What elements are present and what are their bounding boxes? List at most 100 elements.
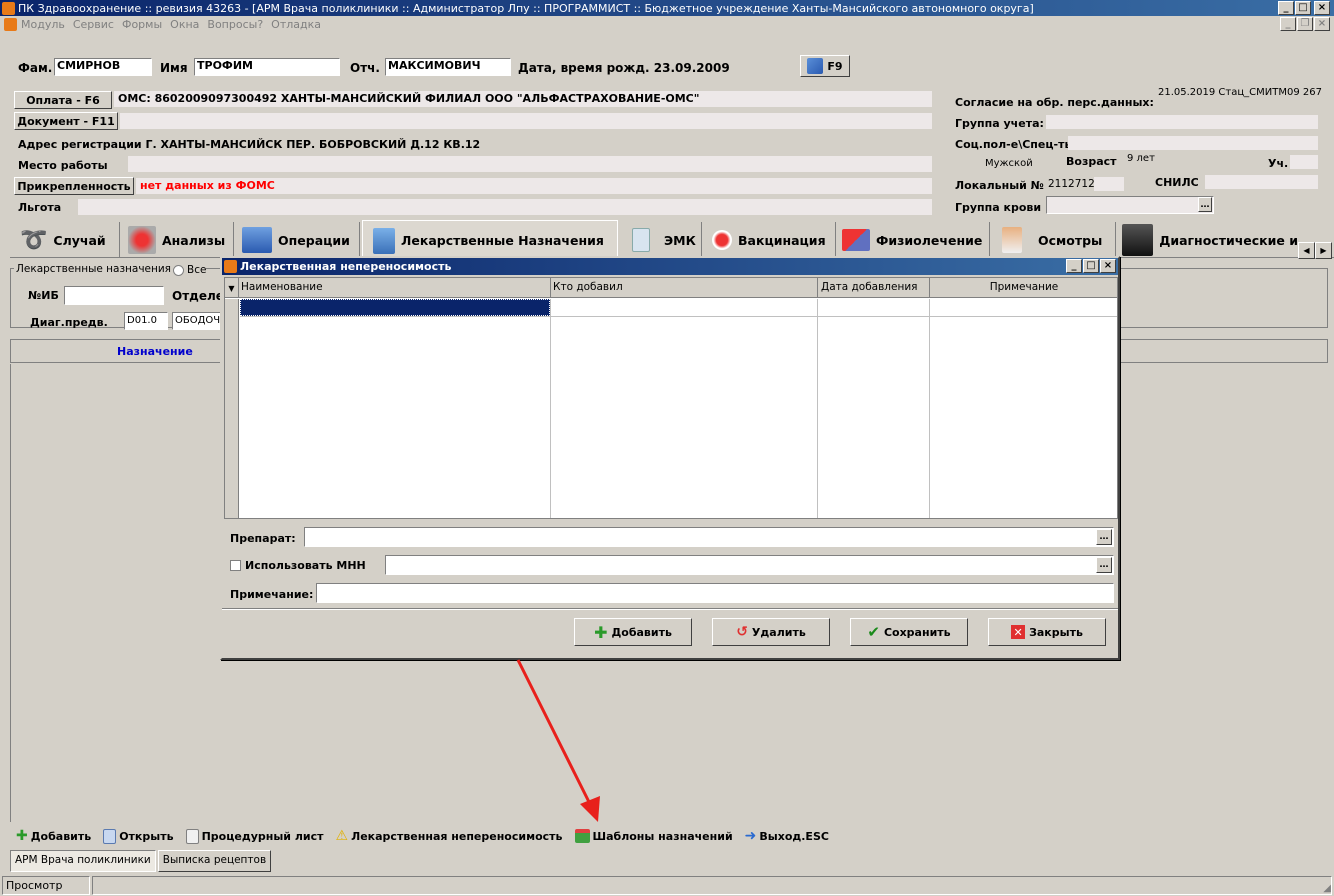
save-button[interactable]: ✔ Сохранить xyxy=(850,618,968,646)
col-name-header[interactable]: Наименование xyxy=(241,281,323,293)
tab-case[interactable]: ➰ Случай xyxy=(12,222,120,258)
grid-selected-cell[interactable] xyxy=(240,299,550,316)
tab-vaccination[interactable]: Вакцинация xyxy=(704,222,836,258)
f9-button[interactable]: F9 xyxy=(800,55,850,77)
menu-logo-icon xyxy=(4,17,17,31)
child-close-button[interactable]: × xyxy=(1314,17,1330,31)
tab-operations[interactable]: Операции xyxy=(236,222,360,258)
attach-button[interactable]: Прикрепленность xyxy=(14,177,134,195)
group-field xyxy=(1046,115,1318,129)
status-bar: Просмотр ◢ xyxy=(0,875,1334,896)
maximize-button[interactable]: □ xyxy=(1295,1,1311,15)
diag-code-field[interactable]: D01.0 xyxy=(124,312,168,330)
toolbar-exit-button[interactable]: ➜ Выход.ESC xyxy=(745,828,829,844)
dialog-maximize-button[interactable]: □ xyxy=(1083,259,1099,273)
fam-field[interactable]: СМИРНОВ xyxy=(54,58,152,76)
tab-emk[interactable]: ЭМК xyxy=(620,222,702,258)
open-doc-icon xyxy=(103,828,117,844)
tabs-scroll-left[interactable]: ◀ xyxy=(1298,242,1315,259)
menu-questions[interactable]: Вопросы? xyxy=(207,18,263,31)
add-button[interactable]: ✚ Добавить xyxy=(574,618,692,646)
tab-exams[interactable]: Осмотры xyxy=(992,222,1116,258)
col-author-header[interactable]: Кто добавил xyxy=(553,281,623,293)
toolbar-templates-button[interactable]: Шаблоны назначений xyxy=(574,829,733,843)
blood-label: Группа крови xyxy=(955,201,1042,214)
intolerance-dialog: Лекарственная непереносимость _ □ × ▼ На… xyxy=(220,256,1120,660)
local-value: 2112712 xyxy=(1048,178,1095,190)
tabs-scroll-right[interactable]: ▶ xyxy=(1315,242,1332,259)
status-panel xyxy=(92,876,1332,895)
wrench-icon xyxy=(807,58,824,74)
preparat-label: Препарат: xyxy=(230,532,296,545)
toolbar-intolerance-button[interactable]: ⚠ Лекарственная непереносимость xyxy=(336,828,563,844)
microscope-icon xyxy=(128,226,156,254)
blood-select[interactable]: … xyxy=(1046,196,1214,214)
lgota-label: Льгота xyxy=(18,201,62,214)
note-label: Примечание: xyxy=(230,588,314,601)
otch-field[interactable]: МАКСИМОВИЧ xyxy=(385,58,511,76)
status-mode: Просмотр xyxy=(2,876,90,895)
menu-service[interactable]: Сервис xyxy=(73,18,114,31)
preparat-dots-button[interactable]: … xyxy=(1096,529,1112,545)
diag-label: Диаг.предв. xyxy=(30,316,108,329)
lgota-field xyxy=(78,199,932,215)
procedure-sheet-icon xyxy=(185,828,199,844)
resize-grip-icon[interactable]: ◢ xyxy=(1323,883,1331,894)
dialog-close-x-button[interactable]: × xyxy=(1100,259,1116,273)
work-label: Место работы xyxy=(18,159,108,172)
menu-forms[interactable]: Формы xyxy=(122,18,162,31)
child-restore-button[interactable]: ❐ xyxy=(1297,17,1313,31)
toolbar-procedure-button[interactable]: Процедурный лист xyxy=(185,828,324,844)
consent-value: 21.05.2019 Стац_СМИТМ09 267 xyxy=(1158,87,1322,98)
preparat-field[interactable]: … xyxy=(304,527,1114,547)
note-field[interactable] xyxy=(316,583,1114,603)
delete-button[interactable]: ↺ Удалить xyxy=(712,618,830,646)
tab-physio[interactable]: Физиолечение xyxy=(838,222,990,258)
mnn-checkbox[interactable]: Использовать МНН xyxy=(230,559,366,572)
oplata-button[interactable]: Оплата - F6 xyxy=(14,91,112,109)
menu-debug[interactable]: Отладка xyxy=(271,18,321,31)
document-button[interactable]: Документ - F11 xyxy=(14,112,118,130)
age-value: 9 лет xyxy=(1127,153,1155,164)
radio-all[interactable]: Все xyxy=(173,264,207,276)
bottom-toolbar: ✚ Добавить Открыть Процедурный лист ⚠ Лека… xyxy=(10,824,1328,848)
child-minimize-button[interactable]: _ xyxy=(1280,17,1296,31)
nib-field[interactable] xyxy=(64,286,164,305)
document-field xyxy=(120,113,932,129)
taskbar-prescriptions[interactable]: Выписка рецептов xyxy=(157,850,272,872)
menu-windows[interactable]: Окна xyxy=(170,18,199,31)
mnn-dots-button[interactable]: … xyxy=(1096,557,1112,573)
dialog-minimize-button[interactable]: _ xyxy=(1066,259,1082,273)
taskbar-arm-doctor[interactable]: АРМ Врача поликлиники xyxy=(10,850,156,872)
imya-field[interactable]: ТРОФИМ xyxy=(194,58,340,76)
work-field xyxy=(128,156,932,172)
menu-module[interactable]: Модуль xyxy=(21,18,65,31)
close-dialog-button[interactable]: ✕ Закрыть xyxy=(988,618,1106,646)
close-red-icon: ✕ xyxy=(1011,625,1026,639)
mnn-field[interactable]: … xyxy=(385,555,1114,575)
tab-drug-prescriptions[interactable]: Лекарственные Назначения xyxy=(362,220,618,260)
app-title-bar: ПК Здравоохранение :: ревизия 43263 - [А… xyxy=(0,0,1334,16)
otdel-label: Отделе xyxy=(172,289,224,303)
dialog-title-bar: Лекарственная непереносимость _ □ × xyxy=(222,258,1118,275)
imya-label: Имя xyxy=(160,61,188,75)
tab-diagnostics[interactable]: Диагностические и xyxy=(1118,222,1298,258)
diag-text-field[interactable]: ОБОДОЧ xyxy=(172,312,222,330)
minimize-button[interactable]: _ xyxy=(1278,1,1294,15)
grid-row-indicator xyxy=(225,299,239,518)
toolbar-add-button[interactable]: ✚ Добавить xyxy=(16,828,91,844)
physio-icon xyxy=(842,229,870,251)
snils-field xyxy=(1205,175,1318,189)
col-note-header[interactable]: Примечание xyxy=(929,281,1117,293)
age-label: Возраст xyxy=(1066,155,1117,168)
dialog-logo-icon xyxy=(224,260,237,273)
window-title: ПК Здравоохранение :: ревизия 43263 - [А… xyxy=(18,1,1034,15)
vaccine-icon xyxy=(712,230,732,250)
intolerance-grid[interactable]: ▼ Наименование Кто добавил Дата добавлен… xyxy=(224,277,1118,519)
tab-analyses[interactable]: Анализы xyxy=(122,222,234,258)
blood-dots-button[interactable]: … xyxy=(1198,197,1212,212)
snils-label: СНИЛС xyxy=(1155,176,1199,189)
close-button[interactable]: × xyxy=(1314,1,1330,15)
col-date-header[interactable]: Дата добавления xyxy=(821,281,917,293)
toolbar-open-button[interactable]: Открыть xyxy=(103,828,174,844)
